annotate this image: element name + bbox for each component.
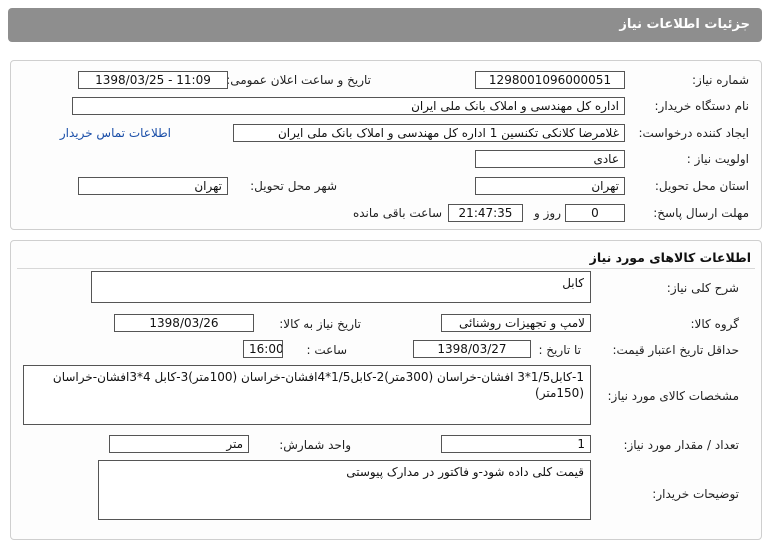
contact-info-link[interactable]: اطلاعات تماس خریدار bbox=[60, 126, 171, 140]
need-date-field[interactable]: 1398/03/26 bbox=[114, 314, 254, 332]
summary-label: شرح کلی نیاز: bbox=[666, 281, 739, 295]
requester-field[interactable]: غلامرضا کلانکی تکنسین 1 اداره کل مهندسی … bbox=[233, 124, 625, 142]
requester-label: ایجاد کننده درخواست: bbox=[638, 126, 749, 140]
buyer-notes-field[interactable]: قیمت کلی داده شود-و فاکتور در مدارک پیوس… bbox=[98, 460, 591, 520]
remaining-time-label: ساعت باقی مانده bbox=[352, 206, 442, 220]
unit-label: واحد شمارش: bbox=[279, 438, 351, 452]
province-field[interactable]: تهران bbox=[475, 177, 625, 195]
need-number-label: شماره نیاز: bbox=[692, 73, 749, 87]
specs-field[interactable]: 1-کابل1/5*3 افشان-خراسان (300متر)2-کابل1… bbox=[23, 365, 591, 425]
specs-label: مشخصات کالای مورد نیاز: bbox=[607, 389, 739, 403]
province-label: استان محل تحویل: bbox=[654, 179, 749, 193]
days-unit-label: روز و bbox=[534, 206, 561, 220]
priority-field[interactable]: عادی bbox=[475, 150, 625, 168]
buyer-field[interactable]: اداره کل مهندسی و املاک بانک ملی ایران bbox=[72, 97, 625, 115]
buyer-notes-label: توضیحات خریدار: bbox=[652, 487, 739, 501]
until-date-label: تا تاریخ : bbox=[538, 343, 581, 357]
unit-field[interactable]: متر bbox=[109, 435, 249, 453]
days-field[interactable]: 0 bbox=[565, 204, 625, 222]
price-validity-label: حداقل تاریخ اعتبار قیمت: bbox=[612, 343, 739, 357]
city-field[interactable]: تهران bbox=[78, 177, 228, 195]
validity-hour-label: ساعت : bbox=[306, 343, 347, 357]
goods-group-field[interactable]: لامپ و تجهیزات روشنائی bbox=[441, 314, 591, 332]
goods-section-title: اطلاعات کالاهای مورد نیاز bbox=[589, 250, 751, 265]
page-title: جزئیات اطلاعات نیاز bbox=[8, 8, 762, 42]
deadline-label: مهلت ارسال پاسخ: bbox=[653, 206, 749, 220]
announce-date-field[interactable]: 1398/03/25 - 11:09 bbox=[78, 71, 228, 89]
goods-group-label: گروه کالا: bbox=[690, 317, 740, 331]
quantity-field[interactable]: 1 bbox=[441, 435, 591, 453]
city-label: شهر محل تحویل: bbox=[250, 179, 337, 193]
priority-label: اولویت نیاز : bbox=[686, 152, 749, 166]
remaining-time-field[interactable]: 21:47:35 bbox=[448, 204, 523, 222]
announce-date-label: تاریخ و ساعت اعلان عمومی: bbox=[226, 73, 371, 87]
buyer-label: نام دستگاه خریدار: bbox=[654, 99, 750, 113]
need-number-field[interactable]: 1298001096000051 bbox=[475, 71, 625, 89]
validity-time-field[interactable]: 16:00 bbox=[243, 340, 283, 358]
section-divider bbox=[17, 268, 755, 269]
need-info-panel: شماره نیاز: 1298001096000051 تاریخ و ساع… bbox=[10, 60, 762, 230]
validity-date-field[interactable]: 1398/03/27 bbox=[413, 340, 531, 358]
summary-field[interactable]: کابل bbox=[91, 271, 591, 303]
goods-info-panel: اطلاعات کالاهای مورد نیاز شرح کلی نیاز: … bbox=[10, 240, 762, 540]
quantity-label: تعداد / مقدار مورد نیاز: bbox=[623, 438, 739, 452]
need-date-label: تاریخ نیاز به کالا: bbox=[279, 317, 361, 331]
